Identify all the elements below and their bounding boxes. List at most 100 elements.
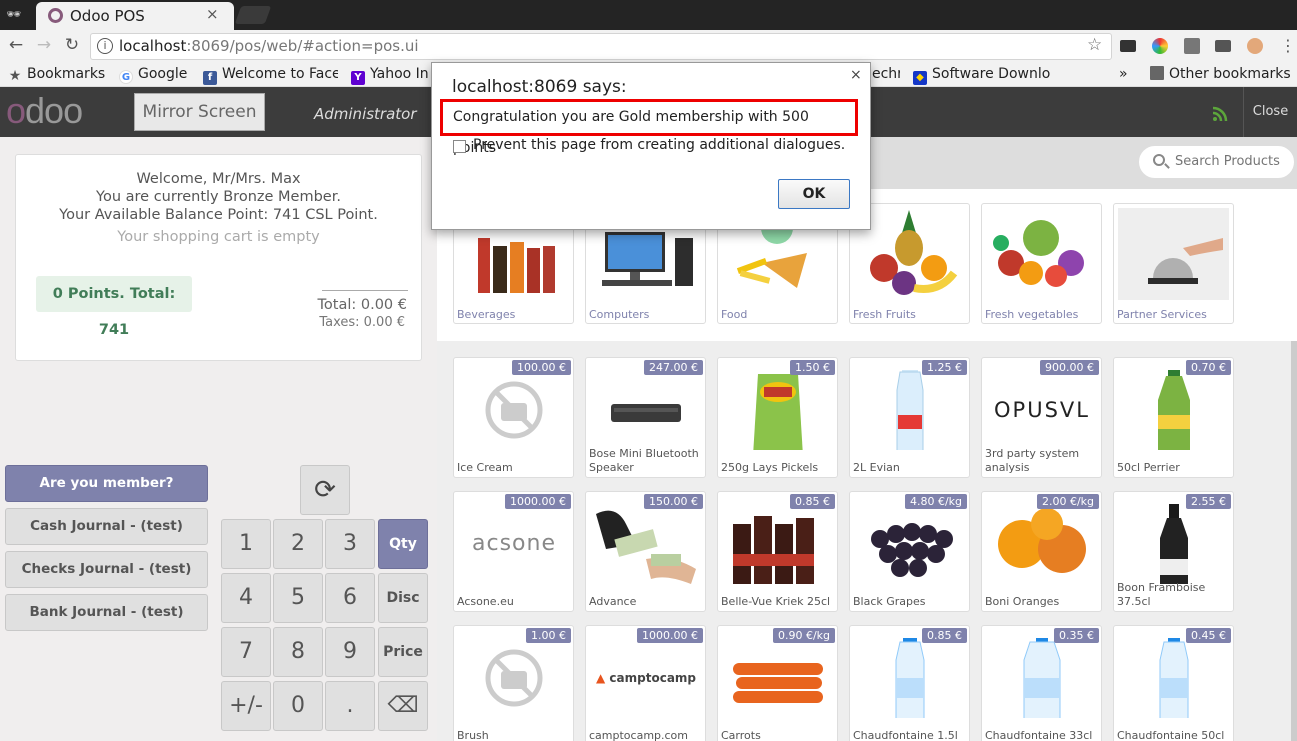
bookmark-bookmarks[interactable]: ★ Bookmarks: [8, 66, 106, 83]
rss-icon[interactable]: [1212, 106, 1228, 122]
product-card[interactable]: 0.85 € Belle-Vue Kriek 25cl: [717, 491, 838, 612]
bookmark-software[interactable]: ◆ Software Downlo: [913, 66, 1051, 85]
numpad-0[interactable]: 0: [273, 681, 323, 731]
bookmark-other[interactable]: Other bookmarks: [1150, 66, 1291, 82]
numpad-dot[interactable]: .: [325, 681, 375, 731]
camptocamp-logo: ▲ camptocamp: [596, 671, 697, 685]
no-image-icon: [485, 649, 543, 707]
product-card[interactable]: 2.55 € Boon Framboise 37.5cl: [1113, 491, 1234, 612]
numpad-qty[interactable]: Qty: [378, 519, 428, 569]
profile-avatar[interactable]: [1247, 38, 1263, 54]
numpad-backspace-icon[interactable]: ⌫: [378, 681, 428, 731]
water-bottle-image: [1159, 638, 1189, 718]
bookmark-facebook[interactable]: f Welcome to Face: [203, 66, 338, 85]
checks-journal-button[interactable]: Checks Journal - (test): [5, 551, 208, 588]
new-tab-button[interactable]: [234, 6, 272, 24]
reload-icon[interactable]: ↻: [62, 35, 82, 55]
points-badge: 0 Points. Total: 741: [36, 276, 192, 338]
product-card[interactable]: 2.00 €/kg Boni Oranges: [981, 491, 1102, 612]
numpad-5[interactable]: 5: [273, 573, 323, 623]
product-name: 50cl Perrier: [1117, 461, 1180, 474]
info-icon[interactable]: i: [97, 38, 113, 54]
software-icon: ◆: [913, 71, 927, 85]
speaker-image: [611, 404, 681, 422]
product-card[interactable]: 1.25 € 2L Evian: [849, 357, 970, 478]
browser-tab[interactable]: Odoo POS ×: [36, 2, 234, 30]
extension-icon[interactable]: [1184, 38, 1200, 54]
close-button[interactable]: Close: [1243, 87, 1297, 137]
product-card[interactable]: 0.45 € Chaudfontaine 50cl: [1113, 625, 1234, 741]
framboise-bottle-image: [1160, 504, 1188, 584]
numpad-7[interactable]: 7: [221, 627, 271, 677]
product-card[interactable]: 0.90 €/kg Carrots: [717, 625, 838, 741]
tab-close-icon[interactable]: ×: [206, 5, 219, 23]
forward-arrow-icon[interactable]: →: [34, 35, 54, 55]
cast-icon[interactable]: [1120, 40, 1136, 52]
product-price: 247.00 €: [644, 360, 703, 375]
prevent-dialogs-label[interactable]: Prevent this page from creating addition…: [473, 137, 845, 153]
color-extension-icon[interactable]: [1152, 38, 1168, 54]
product-card[interactable]: OPUSVL 900.00 € 3rd party system analysi…: [981, 357, 1102, 478]
address-bar[interactable]: i localhost:8069/pos/web/#action=pos.ui …: [90, 33, 1112, 60]
bookmark-star-icon[interactable]: ☆: [1087, 35, 1102, 55]
product-card[interactable]: 1.00 € Brush: [453, 625, 574, 741]
numpad-1[interactable]: 1: [221, 519, 271, 569]
mirror-screen-button[interactable]: Mirror Screen: [134, 93, 265, 131]
bookmark-tech[interactable]: echr: [872, 66, 900, 82]
product-name: 3rd party system analysis: [985, 447, 1080, 474]
numpad-disc[interactable]: Disc: [378, 573, 428, 623]
product-card[interactable]: 0.85 € Chaudfontaine 1.5l: [849, 625, 970, 741]
balance-text: Your Available Balance Point: 741 CSL Po…: [59, 207, 378, 223]
product-card[interactable]: acsone 1000.00 € Acsone.eu: [453, 491, 574, 612]
product-card[interactable]: 247.00 € Bose Mini Bluetooth Speaker: [585, 357, 706, 478]
ok-button[interactable]: OK: [778, 179, 850, 209]
user-name[interactable]: Administrator: [314, 105, 417, 123]
numpad-price[interactable]: Price: [378, 627, 428, 677]
product-card[interactable]: 100.00 € Ice Cream: [453, 357, 574, 478]
cash-journal-button[interactable]: Cash Journal - (test): [5, 508, 208, 545]
category-label: Partner Services: [1117, 308, 1207, 321]
are-you-member-button[interactable]: Are you member?: [5, 465, 208, 502]
bank-journal-button[interactable]: Bank Journal - (test): [5, 594, 208, 631]
product-name: Chaudfontaine 50cl: [1117, 729, 1225, 741]
product-card[interactable]: 0.35 € Chaudfontaine 33cl: [981, 625, 1102, 741]
product-name: 2L Evian: [853, 461, 900, 474]
numpad-8[interactable]: 8: [273, 627, 323, 677]
product-card[interactable]: 150.00 € Advance: [585, 491, 706, 612]
dialog-close-icon[interactable]: ×: [850, 67, 862, 83]
browser-tab-bar: 🕶 Odoo POS ×: [0, 0, 1297, 30]
numpad-3[interactable]: 3: [325, 519, 375, 569]
refresh-icon[interactable]: ⟳: [300, 465, 350, 515]
product-price: 0.35 €: [1054, 628, 1099, 643]
prevent-dialogs-checkbox[interactable]: [453, 140, 466, 153]
numpad-sign[interactable]: +/-: [221, 681, 271, 731]
category-partner-services[interactable]: Partner Services: [1113, 203, 1234, 324]
numpad-2[interactable]: 2: [273, 519, 323, 569]
product-price: 0.85 €: [922, 628, 967, 643]
bookmark-google[interactable]: G Google: [119, 66, 187, 84]
screen-extension-icon[interactable]: [1215, 40, 1231, 52]
opusvl-logo: OPUSVL: [994, 398, 1090, 422]
product-scrollbar[interactable]: [1291, 341, 1297, 741]
back-arrow-icon[interactable]: ←: [6, 35, 26, 55]
product-card[interactable]: 1.50 € 250g Lays Pickels: [717, 357, 838, 478]
numpad-6[interactable]: 6: [325, 573, 375, 623]
order-panel: Welcome, Mr/Mrs. Max You are currently B…: [15, 154, 422, 361]
category-fresh-vegetables[interactable]: Fresh vegetables: [981, 203, 1102, 324]
welcome-text: Welcome, Mr/Mrs. Max: [136, 171, 301, 187]
url-text[interactable]: localhost:8069/pos/web/#action=pos.ui: [119, 37, 419, 55]
search-input[interactable]: [1175, 154, 1290, 169]
numpad-9[interactable]: 9: [325, 627, 375, 677]
product-card[interactable]: ▲ camptocamp 1000.00 € camptocamp.com: [585, 625, 706, 741]
product-card[interactable]: 4.80 €/kg Black Grapes: [849, 491, 970, 612]
empty-cart-text: Your shopping cart is empty: [117, 229, 320, 245]
product-name: Ice Cream: [457, 461, 513, 474]
yahoo-icon: Y: [351, 71, 365, 85]
menu-dots-icon[interactable]: ⋮: [1280, 36, 1296, 55]
bookmark-yahoo[interactable]: Y Yahoo In: [351, 66, 431, 85]
numpad-4[interactable]: 4: [221, 573, 271, 623]
bookmarks-overflow[interactable]: »: [1119, 66, 1128, 82]
summary-divider: [322, 290, 408, 291]
search-box[interactable]: [1138, 145, 1295, 179]
product-card[interactable]: 0.70 € 50cl Perrier: [1113, 357, 1234, 478]
